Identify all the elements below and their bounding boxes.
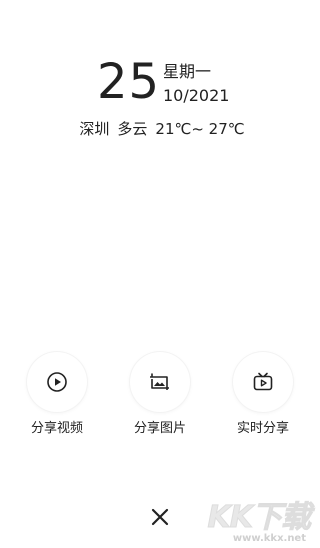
share-image-label: 分享图片 bbox=[133, 421, 186, 436]
weather-city: 深圳 bbox=[79, 120, 110, 138]
date-display: 25 星期一 10/2021 bbox=[97, 54, 257, 110]
weather-temperature: 21℃~ 27℃ bbox=[155, 120, 245, 138]
watermark-logo: KK下载 bbox=[207, 500, 311, 536]
weather-info: 深圳 多云 21℃~ 27℃ bbox=[0, 119, 320, 139]
watermark: KK下载 www.kkx.net bbox=[186, 492, 314, 545]
month-year-label: 10/2021 bbox=[163, 86, 230, 105]
tv-play-icon bbox=[253, 372, 273, 391]
share-video-circle[interactable] bbox=[27, 352, 87, 412]
live-share-label: 实时分享 bbox=[236, 421, 289, 436]
live-share-circle[interactable] bbox=[233, 352, 293, 412]
close-icon bbox=[151, 508, 169, 526]
share-image-circle[interactable] bbox=[130, 352, 190, 412]
share-screen: 25 星期一 10/2021 深圳 多云 21℃~ 27℃ 分享视频 分享图片 … bbox=[0, 0, 320, 548]
share-options: 分享视频 分享图片 实时分享 bbox=[0, 352, 320, 442]
play-circle-icon bbox=[47, 372, 67, 392]
watermark-url: www.kkx.net bbox=[232, 533, 306, 544]
share-video-button[interactable]: 分享视频 bbox=[21, 352, 93, 438]
share-video-label: 分享视频 bbox=[30, 421, 83, 436]
weather-condition: 多云 bbox=[117, 120, 148, 138]
close-button[interactable] bbox=[146, 503, 174, 531]
live-share-button[interactable]: 实时分享 bbox=[227, 352, 299, 438]
share-image-button[interactable]: 分享图片 bbox=[124, 352, 196, 438]
weekday-label: 星期一 bbox=[163, 62, 212, 81]
image-icon bbox=[150, 373, 169, 390]
day-number: 25 bbox=[97, 54, 161, 110]
